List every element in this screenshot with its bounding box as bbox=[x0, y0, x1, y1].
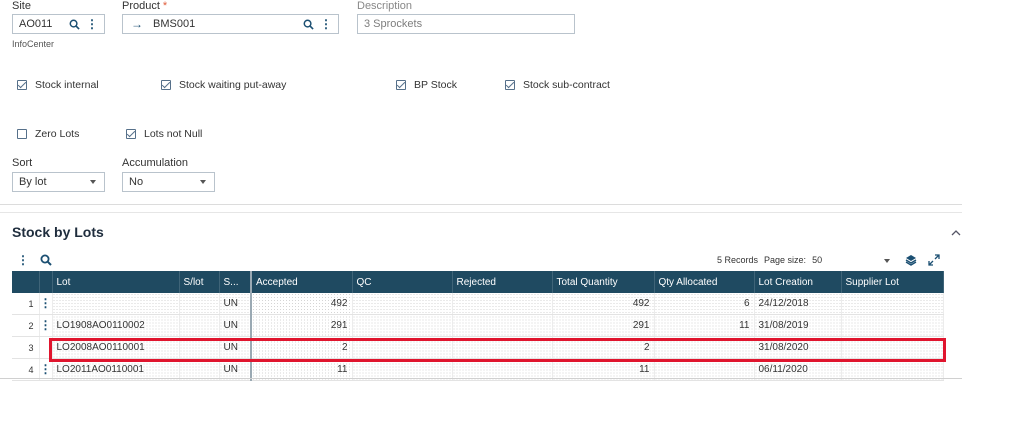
checkbox-icon bbox=[396, 80, 406, 90]
checkbox-stock-sub-contract[interactable]: Stock sub-contract bbox=[505, 79, 610, 91]
cell-supplier[interactable] bbox=[841, 293, 944, 315]
description-field: 3 Sprockets bbox=[357, 14, 575, 34]
row-number: 3 bbox=[12, 336, 40, 359]
description-label: Description bbox=[357, 0, 413, 12]
col-slot[interactable]: S/lot bbox=[179, 271, 220, 293]
cell-slot[interactable] bbox=[179, 293, 220, 315]
more-options-icon[interactable]: ⋮ bbox=[320, 18, 332, 30]
checkbox-icon bbox=[161, 80, 171, 90]
checkbox-zero-lots[interactable]: Zero Lots bbox=[17, 128, 79, 140]
page-size-label: Page size: bbox=[764, 255, 807, 265]
search-icon[interactable] bbox=[40, 254, 52, 266]
checkbox-bp-stock[interactable]: BP Stock bbox=[396, 79, 457, 91]
checkbox-icon bbox=[17, 129, 27, 139]
site-value: AO011 bbox=[19, 18, 53, 30]
caret-down-icon bbox=[90, 180, 96, 184]
table-row[interactable]: 2 ⋮ LO1908AO0110002 UN 291 291 11 31/08/… bbox=[12, 314, 944, 337]
highlight-box bbox=[49, 338, 946, 362]
product-value: BMS001 bbox=[153, 18, 196, 30]
table-header: Lot S/lot S... Accepted QC Rejected Tota… bbox=[12, 271, 944, 293]
page-size-value[interactable]: 50 bbox=[812, 255, 822, 265]
site-field[interactable]: AO011 ⋮ bbox=[12, 14, 105, 34]
checkbox-icon bbox=[17, 80, 27, 90]
criteria-panel: Site AO011 ⋮ InfoCenter Product * → BMS00… bbox=[0, 0, 962, 205]
col-lot-creation[interactable]: Lot Creation bbox=[754, 271, 842, 293]
checkbox-lots-not-null[interactable]: Lots not Null bbox=[126, 128, 202, 140]
col-qc[interactable]: QC bbox=[352, 271, 453, 293]
cell-allocated[interactable]: 11 bbox=[654, 314, 755, 337]
col-rejected[interactable]: Rejected bbox=[452, 271, 553, 293]
cell-s[interactable]: UN bbox=[219, 314, 252, 337]
cell-accepted[interactable]: 291 bbox=[251, 314, 353, 337]
cell-allocated[interactable]: 6 bbox=[654, 293, 755, 315]
col-total-quantity[interactable]: Total Quantity bbox=[552, 271, 655, 293]
checkbox-icon bbox=[505, 80, 515, 90]
sort-select[interactable]: By lot bbox=[12, 172, 105, 192]
cell-qc[interactable] bbox=[352, 314, 453, 337]
accumulation-label: Accumulation bbox=[122, 157, 189, 169]
caret-down-icon bbox=[200, 180, 206, 184]
cell-supplier[interactable] bbox=[841, 314, 944, 337]
row-number: 1 bbox=[12, 293, 40, 315]
col-qty-allocated[interactable]: Qty Allocated bbox=[654, 271, 755, 293]
cell-total[interactable]: 492 bbox=[552, 293, 655, 315]
page-size-caret-icon[interactable] bbox=[884, 259, 890, 263]
row-menu-icon[interactable]: ⋮ bbox=[39, 293, 53, 315]
cell-s[interactable]: UN bbox=[219, 293, 252, 315]
search-icon[interactable] bbox=[69, 19, 80, 30]
product-label: Product * bbox=[122, 0, 168, 12]
records-info: 5 Records Page size: 50 bbox=[717, 255, 822, 265]
layers-icon[interactable] bbox=[905, 254, 917, 266]
col-s[interactable]: S... bbox=[219, 271, 252, 293]
grid-menu-icon[interactable]: ⋮ bbox=[17, 254, 29, 266]
divider bbox=[0, 378, 962, 379]
cell-creation[interactable]: 31/08/2019 bbox=[754, 314, 842, 337]
site-label: Site bbox=[12, 0, 31, 12]
section-title: Stock by Lots bbox=[12, 224, 104, 240]
table-row[interactable]: 1 ⋮ UN 492 492 6 24/12/2018 bbox=[12, 293, 944, 315]
cell-accepted[interactable]: 492 bbox=[251, 293, 353, 315]
col-actions bbox=[39, 271, 53, 293]
checkbox-stock-internal[interactable]: Stock internal bbox=[17, 79, 99, 91]
checkbox-icon bbox=[126, 129, 136, 139]
expand-icon[interactable] bbox=[928, 254, 940, 266]
cell-total[interactable]: 291 bbox=[552, 314, 655, 337]
col-row-number bbox=[12, 271, 40, 293]
arrow-right-icon[interactable]: → bbox=[131, 17, 143, 31]
search-icon[interactable] bbox=[303, 19, 314, 30]
cell-slot[interactable] bbox=[179, 314, 220, 337]
stock-by-lots-grid: Lot S/lot S... Accepted QC Rejected Tota… bbox=[12, 271, 944, 381]
cell-rejected[interactable] bbox=[452, 314, 553, 337]
cell-qc[interactable] bbox=[352, 293, 453, 315]
col-accepted[interactable]: Accepted bbox=[251, 271, 353, 293]
col-supplier-lot[interactable]: Supplier Lot bbox=[841, 271, 944, 293]
sort-label: Sort bbox=[12, 157, 33, 169]
row-number: 2 bbox=[12, 314, 40, 337]
records-count: 5 Records bbox=[717, 255, 759, 265]
product-field[interactable]: → BMS001 ⋮ bbox=[122, 14, 339, 34]
checkbox-stock-waiting-put-away[interactable]: Stock waiting put-away bbox=[161, 79, 286, 91]
col-lot[interactable]: Lot bbox=[52, 271, 180, 293]
collapse-icon[interactable] bbox=[951, 229, 961, 236]
row-menu-icon[interactable]: ⋮ bbox=[39, 314, 53, 337]
accumulation-select[interactable]: No bbox=[122, 172, 215, 192]
cell-lot[interactable]: LO1908AO0110002 bbox=[52, 314, 180, 337]
cell-lot[interactable] bbox=[52, 293, 180, 315]
cell-rejected[interactable] bbox=[452, 293, 553, 315]
site-sub: InfoCenter bbox=[12, 39, 55, 49]
cell-creation[interactable]: 24/12/2018 bbox=[754, 293, 842, 315]
more-options-icon[interactable]: ⋮ bbox=[86, 18, 98, 30]
